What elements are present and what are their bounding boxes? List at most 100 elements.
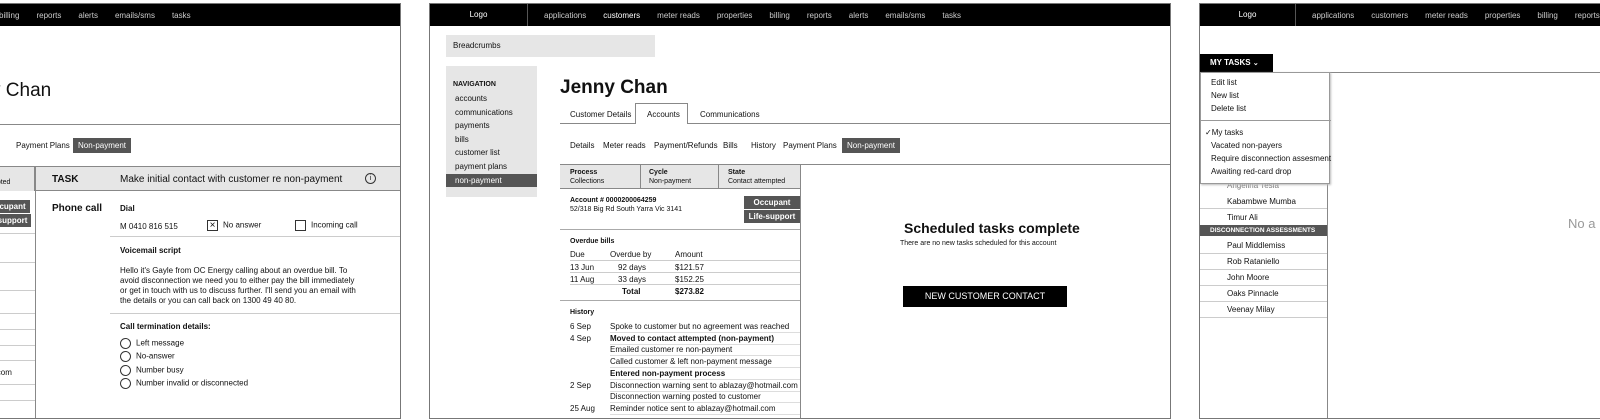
termination-label: Call termination details: bbox=[120, 322, 211, 331]
tab-customer-details[interactable]: Customer Details bbox=[570, 110, 631, 119]
nav-tasks[interactable]: tasks bbox=[172, 11, 191, 20]
task-person[interactable]: Oaks Pinnacle bbox=[1227, 289, 1279, 298]
nav-meterreads[interactable]: meter reads bbox=[657, 11, 700, 20]
history-entry: Emailed customer re non-payment bbox=[610, 345, 733, 355]
task-person[interactable]: Kabambwe Mumba bbox=[1227, 197, 1296, 206]
logo[interactable]: Logo bbox=[1200, 4, 1296, 26]
voicemail-script: Hello it's Gayle from OC Energy calling … bbox=[120, 266, 356, 305]
side-nav-paymentplans[interactable]: payment plans bbox=[455, 162, 507, 171]
empty-state-text: No a bbox=[1568, 216, 1596, 231]
radio-icon[interactable] bbox=[120, 365, 131, 376]
overdue-days: 92 days bbox=[618, 263, 647, 272]
menu-require-disconnection[interactable]: Require disconnection assesment bbox=[1211, 154, 1331, 163]
menu-awaiting-red-card[interactable]: Awaiting red-card drop bbox=[1211, 167, 1291, 176]
option-number-invalid[interactable]: Number invalid or disconnected bbox=[120, 378, 248, 389]
side-nav-payments[interactable]: payments bbox=[455, 121, 490, 130]
nav-customers[interactable]: customers bbox=[1371, 11, 1408, 20]
my-tasks-menu: Edit list New list Delete list ✓My tasks… bbox=[1200, 72, 1331, 184]
side-nav-communications[interactable]: communications bbox=[455, 108, 513, 117]
task-person[interactable]: Timur Ali bbox=[1227, 213, 1258, 222]
overdue-header-due: Due bbox=[570, 250, 585, 259]
menu-delete-list[interactable]: Delete list bbox=[1211, 104, 1246, 113]
tab-non-payment[interactable]: Non-payment bbox=[73, 138, 132, 153]
dial-number[interactable]: M 0410 816 515 bbox=[120, 222, 178, 231]
overdue-header-amount: Amount bbox=[675, 250, 703, 259]
nav-billing[interactable]: billing bbox=[769, 11, 789, 20]
menu-vacated-non-payers[interactable]: Vacated non-payers bbox=[1211, 141, 1282, 150]
option-number-busy[interactable]: Number busy bbox=[120, 365, 184, 376]
task-person[interactable]: Veenay Milay bbox=[1227, 305, 1275, 314]
overdue-due: 11 Aug bbox=[570, 275, 595, 284]
voicemail-label: Voicemail script bbox=[120, 246, 181, 255]
nav-applications[interactable]: applications bbox=[1312, 11, 1354, 20]
side-nav-bills[interactable]: bills bbox=[455, 135, 469, 144]
subtab-bills[interactable]: Bills bbox=[723, 141, 738, 150]
process-label: Process bbox=[570, 169, 598, 176]
task-panel: billing reports alerts emails/sms tasks y Ch… bbox=[0, 3, 401, 419]
subtab-meterreads[interactable]: Meter reads bbox=[603, 141, 646, 150]
overdue-amount: $121.57 bbox=[675, 263, 704, 272]
nav-meterreads[interactable]: meter reads bbox=[1425, 11, 1468, 20]
side-nav-accounts[interactable]: accounts bbox=[455, 94, 487, 103]
subtab-nonpayment[interactable]: Non-payment bbox=[842, 138, 901, 153]
info-icon[interactable]: i bbox=[365, 173, 376, 184]
checkbox-icon[interactable] bbox=[295, 220, 306, 231]
overdue-days: 33 days bbox=[618, 275, 647, 284]
tab-communications[interactable]: Communications bbox=[700, 110, 760, 119]
tab-payment-plans[interactable]: Payment Plans bbox=[16, 141, 70, 150]
task-person[interactable]: Rob Rataniello bbox=[1227, 257, 1279, 266]
nav-applications[interactable]: applications bbox=[544, 11, 586, 20]
nav-billing[interactable]: billing bbox=[0, 11, 19, 20]
my-tasks-panel: Logo applications customers meter reads pro… bbox=[1199, 3, 1600, 419]
option-no-answer[interactable]: No-answer bbox=[120, 351, 175, 362]
radio-icon[interactable] bbox=[120, 351, 131, 362]
checked-box-icon[interactable]: × bbox=[207, 220, 218, 231]
option-left-message[interactable]: Left message bbox=[120, 338, 184, 349]
menu-my-tasks[interactable]: ✓My tasks bbox=[1205, 128, 1243, 137]
subtab-details[interactable]: Details bbox=[570, 141, 594, 150]
my-tasks-dropdown[interactable]: MY TASKS ⌄ bbox=[1200, 54, 1273, 72]
incoming-call-checkbox[interactable]: Incoming call bbox=[295, 220, 358, 231]
customer-name: Jenny Chan bbox=[560, 77, 668, 98]
nav-properties[interactable]: properties bbox=[1485, 11, 1521, 20]
logo[interactable]: Logo bbox=[430, 4, 528, 26]
nav-tasks[interactable]: tasks bbox=[942, 11, 961, 20]
task-person[interactable]: Paul Middlemiss bbox=[1227, 241, 1285, 250]
history-entry: Disconnection warning sent to ablazay@ho… bbox=[610, 380, 798, 390]
state-value: Contact attempted bbox=[728, 178, 786, 185]
overdue-total-label: Total bbox=[622, 287, 641, 296]
subtab-paymentrefunds[interactable]: Payment/Refunds bbox=[654, 141, 718, 150]
nav-properties[interactable]: properties bbox=[717, 11, 753, 20]
subtab-paymentplans[interactable]: Payment Plans bbox=[783, 141, 837, 150]
nav-alerts[interactable]: alerts bbox=[78, 11, 98, 20]
side-nav-customerlist[interactable]: customer list bbox=[455, 148, 500, 157]
chevron-down-icon: ⌄ bbox=[1252, 60, 1259, 67]
nav-customers[interactable]: customers bbox=[603, 11, 640, 20]
nav-reports[interactable]: reports bbox=[807, 11, 832, 20]
no-answer-checkbox[interactable]: × No answer bbox=[207, 220, 261, 231]
nav-alerts[interactable]: alerts bbox=[849, 11, 869, 20]
radio-icon[interactable] bbox=[120, 338, 131, 349]
cycle-value: Non-payment bbox=[649, 178, 692, 185]
menu-new-list[interactable]: New list bbox=[1211, 91, 1239, 100]
nav-reports[interactable]: reports bbox=[1575, 11, 1600, 20]
side-nav-nonpayment[interactable]: non-payment bbox=[455, 176, 502, 185]
state-value: mpted bbox=[0, 179, 11, 186]
radio-icon[interactable] bbox=[120, 378, 131, 389]
tab-accounts[interactable]: Accounts bbox=[647, 110, 680, 119]
new-customer-contact-button[interactable]: NEW CUSTOMER CONTACT bbox=[903, 286, 1067, 307]
history-label: History bbox=[570, 309, 595, 316]
menu-edit-list[interactable]: Edit list bbox=[1211, 78, 1237, 87]
history-entry: Called customer & left non-payment messa… bbox=[610, 357, 772, 367]
subtab-history[interactable]: History bbox=[751, 141, 776, 150]
nav-emailssms[interactable]: emails/sms bbox=[885, 11, 925, 20]
history-entry: Disconnection warning posted to customer bbox=[610, 392, 761, 402]
task-person[interactable]: John Moore bbox=[1227, 273, 1269, 282]
dial-label: Dial bbox=[120, 204, 135, 213]
nav-billing[interactable]: billing bbox=[1537, 11, 1557, 20]
breadcrumbs[interactable]: Breadcrumbs bbox=[446, 35, 655, 57]
state-label: State bbox=[728, 169, 746, 176]
check-icon: ✓ bbox=[1205, 128, 1212, 137]
nav-reports[interactable]: reports bbox=[36, 11, 61, 20]
nav-emailssms[interactable]: emails/sms bbox=[115, 11, 155, 20]
